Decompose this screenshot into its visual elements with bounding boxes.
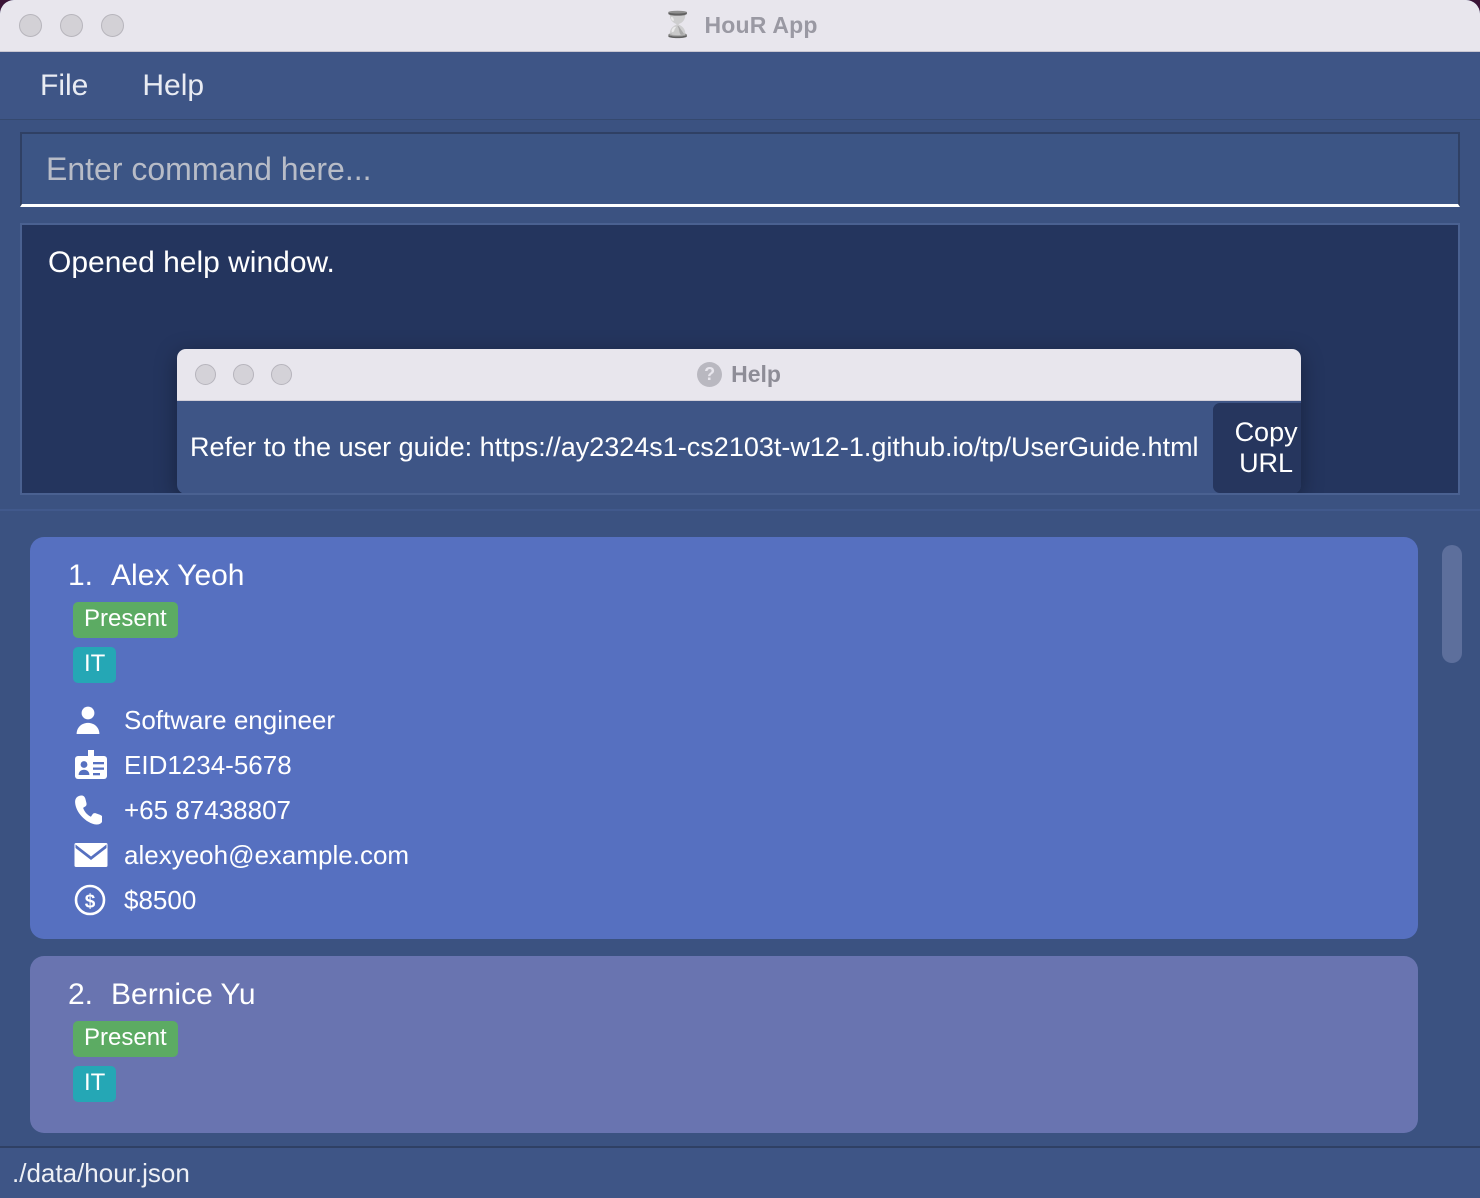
help-title-group: ? Help	[177, 361, 1301, 388]
result-area: Opened help window. ? Help Refer to the …	[0, 218, 1480, 509]
person-role: Software engineer	[124, 704, 336, 735]
window-title: HouR App	[704, 12, 818, 38]
help-dialog-window: ? Help Refer to the user guide: https://…	[177, 349, 1301, 493]
minimize-button[interactable]	[60, 14, 83, 37]
person-email-row: alexyeoh@example.com	[74, 838, 1418, 872]
department-tag: IT	[73, 1066, 117, 1102]
help-message-text: Refer to the user guide: https://ay2324s…	[190, 432, 1199, 462]
close-button[interactable]	[19, 14, 42, 37]
command-area	[0, 120, 1480, 218]
attendance-tag: Present	[73, 602, 178, 638]
person-phone: +65 87438807	[124, 794, 292, 825]
person-card-header: 2. Bernice Yu	[68, 978, 1418, 1012]
command-input[interactable]	[46, 150, 1458, 188]
status-file-path: ./data/hour.json	[12, 1157, 190, 1188]
person-phone-row: +65 87438807	[74, 793, 1418, 827]
person-list-panel: 1. Alex Yeoh Present IT Software enginee…	[0, 509, 1480, 1149]
department-tag-row: IT	[73, 647, 1418, 692]
person-index: 2.	[68, 978, 94, 1011]
window-titlebar: ⌛ HouR App	[0, 0, 1480, 52]
person-employee-id: EID1234-5678	[124, 749, 292, 780]
window-traffic-lights	[19, 14, 124, 37]
maximize-button[interactable]	[101, 14, 124, 37]
question-mark-icon: ?	[697, 362, 723, 387]
help-dialog-title: Help	[731, 361, 781, 387]
result-message: Opened help window.	[48, 246, 335, 279]
attendance-tag: Present	[73, 1021, 178, 1057]
help-dialog-body: Refer to the user guide: https://ay2324s…	[177, 401, 1301, 493]
help-dialog-titlebar: ? Help	[177, 349, 1301, 401]
person-salary: $8500	[124, 884, 197, 915]
person-employee-id-row: EID1234-5678	[74, 748, 1418, 782]
copy-url-button[interactable]: Copy URL	[1212, 402, 1301, 493]
command-box[interactable]	[20, 132, 1460, 207]
scrollbar-thumb[interactable]	[1442, 545, 1462, 663]
dollar-coin-icon: $	[74, 883, 112, 917]
person-card-header: 1. Alex Yeoh	[68, 559, 1418, 593]
menu-bar: File Help	[0, 52, 1480, 120]
menu-item-file[interactable]: File	[36, 67, 92, 105]
department-tag-row: IT	[73, 1066, 1418, 1111]
envelope-icon	[74, 838, 112, 872]
status-bar: ./data/hour.json	[0, 1146, 1480, 1198]
hourglass-icon: ⌛	[662, 11, 694, 39]
person-list-scrollbar[interactable]	[1442, 537, 1462, 1137]
person-card[interactable]: 1. Alex Yeoh Present IT Software enginee…	[30, 537, 1418, 939]
svg-text:$: $	[85, 892, 96, 913]
person-card[interactable]: 2. Bernice Yu Present IT	[30, 956, 1418, 1133]
person-role-row: Software engineer	[74, 703, 1418, 737]
window-title-group: ⌛ HouR App	[0, 12, 1480, 39]
phone-icon	[74, 793, 112, 827]
person-salary-row: $ $8500	[74, 883, 1418, 917]
app-window: ⌛ HouR App File Help Opened help window.	[0, 0, 1480, 1198]
attendance-tag-row: Present	[73, 1021, 1418, 1066]
result-display-panel: Opened help window. ? Help Refer to the …	[20, 223, 1460, 495]
attendance-tag-row: Present	[73, 602, 1418, 647]
person-icon	[74, 703, 112, 737]
person-name: Alex Yeoh	[111, 559, 245, 592]
department-tag: IT	[73, 647, 117, 683]
person-email: alexyeoh@example.com	[124, 839, 410, 870]
id-badge-icon	[74, 748, 112, 782]
menu-item-help[interactable]: Help	[138, 67, 208, 105]
person-name: Bernice Yu	[111, 978, 256, 1011]
person-index: 1.	[68, 559, 94, 592]
